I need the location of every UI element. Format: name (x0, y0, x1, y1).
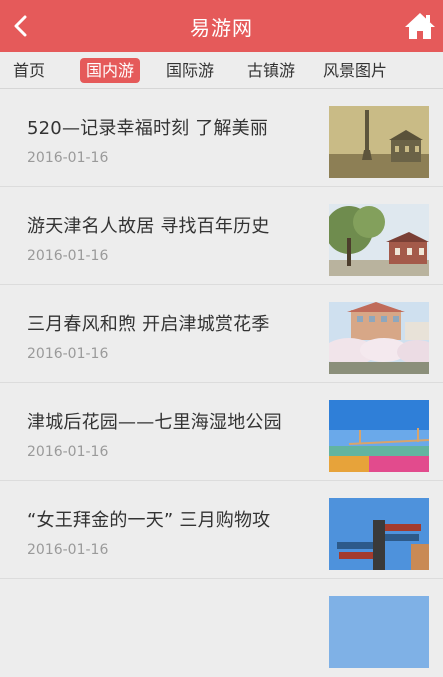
article-date: 2016-01-16 (27, 248, 109, 264)
home-button[interactable] (403, 9, 437, 43)
list-item[interactable] (0, 579, 443, 677)
tab-ancient-town[interactable]: 古镇游 (247, 58, 295, 83)
top-bar: 易游网 (0, 0, 443, 52)
article-title: 游天津名人故居 寻找百年历史 (27, 216, 270, 237)
article-thumbnail (329, 596, 429, 668)
app-title: 易游网 (190, 15, 253, 40)
back-button[interactable] (6, 11, 36, 41)
article-title: “女王拜金的一天” 三月购物攻 (27, 510, 271, 531)
article-date: 2016-01-16 (27, 150, 109, 166)
article-thumbnail (329, 204, 429, 276)
list-item[interactable]: “女王拜金的一天” 三月购物攻 2016-01-16 (0, 481, 443, 579)
list-item[interactable]: 520—记录幸福时刻 了解美丽 2016-01-16 (0, 89, 443, 187)
tab-international[interactable]: 国际游 (166, 58, 214, 83)
article-date: 2016-01-16 (27, 542, 109, 558)
list-item[interactable]: 津城后花园——七里海湿地公园 2016-01-16 (0, 383, 443, 481)
list-item[interactable]: 三月春风和煦 开启津城赏花季 2016-01-16 (0, 285, 443, 383)
list-item[interactable]: 游天津名人故居 寻找百年历史 2016-01-16 (0, 187, 443, 285)
article-thumbnail (329, 106, 429, 178)
chevron-left-icon (14, 15, 27, 37)
category-tabs: 首页 国内游 国际游 古镇游 风景图片 (0, 52, 443, 89)
home-icon (405, 13, 435, 39)
article-thumbnail (329, 400, 429, 472)
article-thumbnail (329, 302, 429, 374)
article-title: 520—记录幸福时刻 了解美丽 (27, 118, 269, 139)
tab-home[interactable]: 首页 (13, 58, 45, 83)
article-thumbnail (329, 498, 429, 570)
article-date: 2016-01-16 (27, 346, 109, 362)
article-title: 津城后花园——七里海湿地公园 (27, 412, 282, 433)
tab-domestic[interactable]: 国内游 (80, 58, 141, 83)
tab-scenery-photos[interactable]: 风景图片 (323, 58, 387, 83)
article-date: 2016-01-16 (27, 444, 109, 460)
article-title: 三月春风和煦 开启津城赏花季 (27, 314, 270, 335)
